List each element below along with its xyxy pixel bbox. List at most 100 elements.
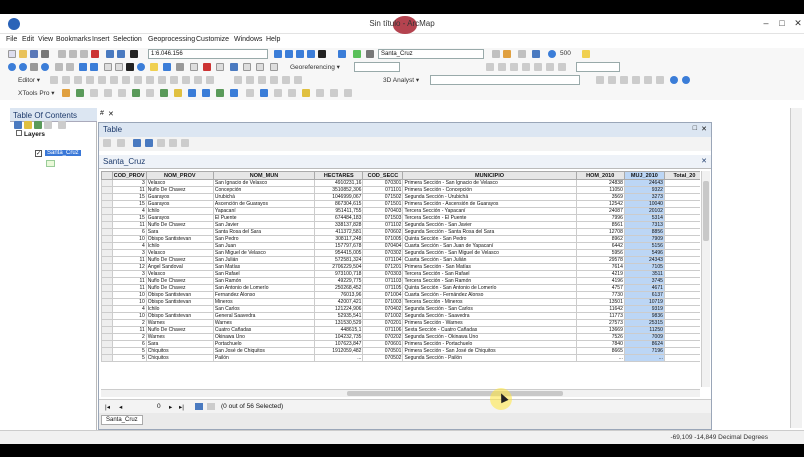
cell-total-20[interactable]: [663, 354, 700, 362]
row-selector[interactable]: [101, 270, 113, 278]
table-of-contents-icon[interactable]: [285, 50, 293, 58]
row-selector[interactable]: [101, 284, 113, 292]
menu-geoprocessing[interactable]: Geoprocessing: [148, 36, 195, 43]
analyst-tool-4-icon[interactable]: [632, 76, 640, 84]
cell-total-20[interactable]: [663, 340, 700, 348]
xtools-tool-8-icon[interactable]: [246, 89, 254, 97]
cell-nom-mun[interactable]: San Carlos: [212, 305, 316, 313]
table-row[interactable]: 3 Velasco San Miguel de Velasco 954415,005 0…: [101, 249, 700, 257]
cell-municipio[interactable]: Tercera Sección - San Ramón: [402, 277, 577, 285]
cell-cod-prov[interactable]: 11: [111, 221, 147, 229]
table-row[interactable]: 6 Sara Portachuelo 107623,847 070601 Primera …: [101, 340, 700, 348]
cell-hectares[interactable]: 107623,847: [314, 340, 364, 348]
georeferencing-layer-field[interactable]: [354, 62, 400, 72]
cut-polygons-icon[interactable]: [146, 76, 154, 84]
sketch-icon[interactable]: [503, 50, 511, 58]
row-selector[interactable]: [101, 200, 113, 208]
cell-cod-prov[interactable]: 15: [111, 214, 147, 222]
arcscene-icon[interactable]: [670, 76, 678, 84]
cell-cod-secc[interactable]: 071503: [362, 214, 404, 222]
cell-hectares[interactable]: 131530,529: [314, 319, 364, 327]
cell-hom-2010[interactable]: 11642: [575, 305, 625, 313]
info-icon[interactable]: [137, 63, 145, 71]
cell-municipio[interactable]: Segunda Sección - Saavedra: [402, 312, 577, 320]
add-data-icon[interactable]: [130, 50, 138, 58]
table-options-icon[interactable]: [103, 139, 111, 147]
cell-hom-2010[interactable]: 27573: [575, 319, 625, 327]
cell-total-20[interactable]: [663, 277, 700, 285]
cell-hectares[interactable]: 42007,421: [314, 298, 364, 306]
3d-layer-icon[interactable]: [234, 76, 242, 84]
cell-hectares[interactable]: 867304,615: [314, 200, 364, 208]
switch-selection-icon[interactable]: [145, 139, 153, 147]
cell-total-20[interactable]: [663, 256, 700, 264]
cell-hom-2010[interactable]: 12708: [575, 228, 625, 236]
cell-nom-mun[interactable]: Yapacaní: [212, 207, 316, 215]
cell-hectares[interactable]: 52935,541: [314, 312, 364, 320]
table-row[interactable]: 11 Ñuflo De Chavez Concepción 3510852,306 07…: [101, 186, 700, 194]
cell-nom-prov[interactable]: Velasco: [145, 179, 214, 187]
menu-view[interactable]: View: [38, 36, 53, 43]
cell-nom-prov[interactable]: Guarayos: [145, 214, 214, 222]
cell-hectares[interactable]: 338137,828: [314, 221, 364, 229]
xtools-tool-12-icon[interactable]: [302, 89, 310, 97]
santa-cruz-visibility-checkbox[interactable]: ✓: [35, 150, 42, 157]
cell-cod-prov[interactable]: 6: [111, 340, 147, 348]
xtools-tool-7-icon[interactable]: [230, 89, 238, 97]
cell-hom-2010[interactable]: 3569: [575, 193, 625, 201]
cell-municipio[interactable]: Tercera Sección - Mineros: [402, 298, 577, 306]
cell-cod-prov[interactable]: 6: [111, 228, 147, 236]
cell-municipio[interactable]: Quinta Sección - San Antonio de Lomerío: [402, 284, 577, 292]
cell-municipio[interactable]: Tercera Sección - El Puente: [402, 214, 577, 222]
cell-cod-secc[interactable]: 071004: [362, 291, 404, 299]
cell-muj-2010[interactable]: 25315: [623, 319, 665, 327]
cell-nom-mun[interactable]: San Miguel de Velasco: [212, 249, 316, 257]
cell-nom-mun[interactable]: San Javier: [212, 221, 316, 229]
cell-municipio[interactable]: Tercera Sección - Yapacaní: [402, 207, 577, 215]
cell-cod-prov[interactable]: 4: [111, 305, 147, 313]
cell-cod-prov[interactable]: 10: [111, 235, 147, 243]
editor-menu[interactable]: Editor ▾: [18, 76, 40, 84]
cell-muj-2010[interactable]: 10719: [623, 298, 665, 306]
cell-cod-secc[interactable]: 070201: [362, 319, 404, 327]
show-selected-records-icon[interactable]: [207, 403, 215, 410]
cell-nom-mun[interactable]: San Julián: [212, 256, 316, 264]
cell-hectares[interactable]: 1912059,482: [314, 347, 364, 355]
cell-hectares[interactable]: 951411,755: [314, 207, 364, 215]
cell-nom-prov[interactable]: Velasco: [145, 249, 214, 257]
cell-cod-secc[interactable]: 071101: [362, 186, 404, 194]
clear-table-selection-icon[interactable]: [157, 139, 165, 147]
cell-cod-prov[interactable]: 4: [111, 242, 147, 250]
cell-hectares[interactable]: 448615,1: [314, 326, 364, 334]
cell-nom-mun[interactable]: El Puente: [212, 214, 316, 222]
analyst-tool-1-icon[interactable]: [596, 76, 604, 84]
close-button[interactable]: ✕: [788, 16, 804, 30]
cell-nom-prov[interactable]: Sara: [145, 228, 214, 236]
cell-hectares[interactable]: 76013,96: [314, 291, 364, 299]
cell-hectares[interactable]: 973100,718: [314, 270, 364, 278]
xtools-overlay-icon[interactable]: [90, 89, 98, 97]
table-row[interactable]: 11 Ñuflo De Chavez Cuatro Cañadas 448615,1 0…: [101, 326, 700, 334]
time-slider-icon[interactable]: [216, 63, 224, 71]
table-row[interactable]: 11 Ñuflo De Chavez San Antonio de Lomerío 2…: [101, 284, 700, 292]
analyst-tool-6-icon[interactable]: [656, 76, 664, 84]
swipe-icon[interactable]: [270, 63, 278, 71]
column-header-hom-2010[interactable]: HOM_2010: [575, 171, 625, 180]
last-record-button[interactable]: ▸|: [179, 403, 184, 411]
list-by-drawing-order-icon[interactable]: [14, 121, 22, 129]
list-by-selection-icon[interactable]: [44, 121, 52, 129]
table-row[interactable]: 2 Warnes Okinawa Uno 104232,735 070202 Segund…: [101, 333, 700, 341]
cell-cod-secc[interactable]: 070202: [362, 333, 404, 341]
create-features-icon[interactable]: [206, 76, 214, 84]
menu-edit[interactable]: Edit: [22, 36, 34, 43]
globe-icon[interactable]: [548, 50, 556, 58]
cell-hom-2010[interactable]: 11050: [575, 186, 625, 194]
column-header-municipio[interactable]: MUNICIPIO: [402, 171, 577, 180]
toc-layer-santa-cruz[interactable]: Santa_Cruz: [45, 150, 81, 156]
row-selector[interactable]: [101, 214, 113, 222]
cell-nom-mun[interactable]: Portachuelo: [212, 340, 316, 348]
cell-cod-secc[interactable]: 071502: [362, 193, 404, 201]
cell-total-20[interactable]: [663, 305, 700, 313]
menu-bookmarks[interactable]: Bookmarks: [56, 36, 91, 43]
cell-cod-prov[interactable]: 15: [111, 200, 147, 208]
